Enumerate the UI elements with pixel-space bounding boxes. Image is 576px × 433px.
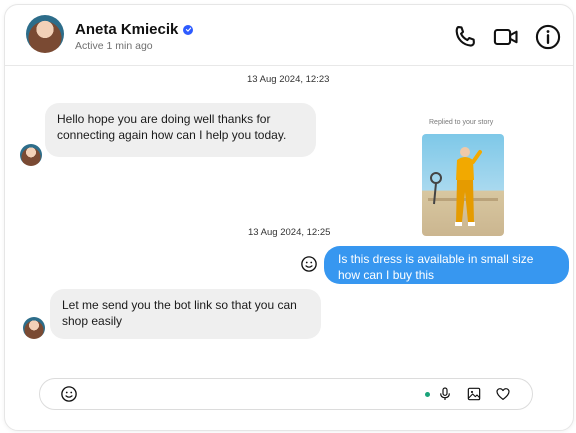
timestamp: 13 Aug 2024, 12:25 (248, 227, 331, 238)
image-icon[interactable] (466, 386, 482, 402)
timestamp: 13 Aug 2024, 12:23 (247, 74, 330, 85)
chat-header: Aneta Kmiecik Active 1 min ago (5, 5, 573, 66)
message-input[interactable] (84, 385, 418, 405)
heart-icon[interactable] (495, 386, 511, 402)
contact-status: Active 1 min ago (75, 40, 153, 52)
verified-badge-icon (183, 24, 194, 35)
smiley-icon[interactable] (60, 385, 78, 403)
info-icon[interactable] (534, 23, 562, 51)
contact-name-row: Aneta Kmiecik (75, 21, 194, 38)
contact-name[interactable]: Aneta Kmiecik (75, 21, 178, 38)
message-bubble-incoming[interactable]: Hello hope you are doing well thanks for… (45, 103, 316, 157)
chat-window: Aneta Kmiecik Active 1 min ago 13 Aug 20… (4, 4, 574, 431)
microphone-icon[interactable] (437, 386, 453, 402)
avatar[interactable] (26, 15, 64, 53)
phone-icon[interactable] (451, 23, 479, 51)
message-composer (39, 378, 533, 410)
story-reply-label: Replied to your story (429, 119, 494, 126)
message-bubble-incoming[interactable]: Let me send you the bot link so that you… (50, 289, 321, 339)
message-bubble-outgoing[interactable]: Is this dress is available in small size… (324, 246, 569, 284)
video-camera-icon[interactable] (492, 23, 520, 51)
story-image[interactable] (422, 134, 504, 236)
smiley-icon[interactable] (300, 255, 318, 273)
online-dot (425, 392, 430, 397)
avatar[interactable] (23, 317, 45, 339)
avatar[interactable] (20, 144, 42, 166)
